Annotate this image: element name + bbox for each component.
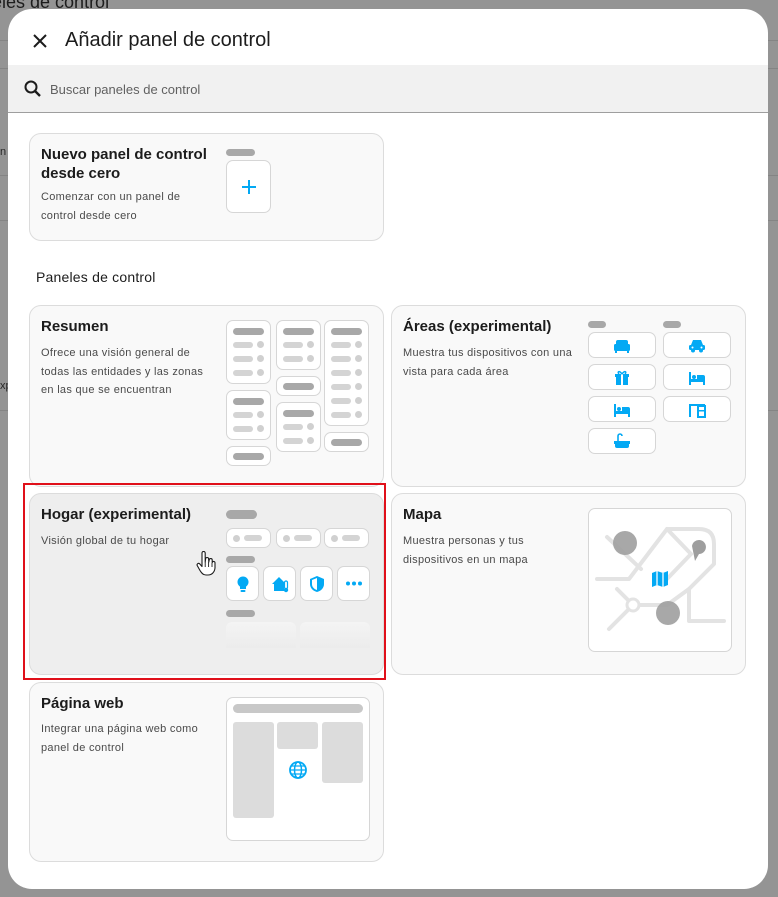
- plus-icon: [242, 180, 256, 194]
- map-illustration: [595, 527, 726, 631]
- search-bar: [8, 65, 768, 113]
- map-icon: [652, 571, 668, 587]
- close-button[interactable]: [26, 27, 54, 55]
- new-dashboard-card[interactable]: Nuevo panel de control desde cero Comenz…: [29, 133, 384, 241]
- preview-tile: [226, 446, 271, 466]
- card-title: Mapa: [403, 506, 442, 523]
- preview-tile: [324, 320, 369, 426]
- bed-icon: [689, 372, 705, 385]
- preview-tile: [324, 432, 369, 452]
- car-icon: [689, 340, 705, 353]
- add-dashboard-dialog: Añadir panel de control Nuevo panel de c…: [8, 9, 768, 889]
- sofa-icon: [614, 340, 630, 353]
- section-heading: Paneles de control: [36, 269, 156, 285]
- preview-tile: [276, 320, 321, 370]
- card-title: Página web: [41, 695, 124, 712]
- card-description: Integrar una página web como panel de co…: [41, 723, 198, 754]
- area-tile: [663, 396, 731, 422]
- webpage-dashboard-card[interactable]: Página web Integrar una página web como …: [29, 682, 384, 862]
- dialog-header: Añadir panel de control: [8, 9, 768, 65]
- bathtub-icon: [614, 433, 630, 448]
- preview-tile: [276, 376, 321, 396]
- card-title: Nuevo panel de control desde cero: [41, 146, 207, 182]
- card-description: Muestra tus dispositivos con una vista p…: [403, 347, 573, 378]
- card-description: Ofrece una visión general de todas las e…: [41, 347, 204, 396]
- preview-tile: [276, 402, 321, 452]
- card-title: Resumen: [41, 318, 109, 335]
- preview-tile: [226, 320, 271, 384]
- card-description: Comenzar con un panel de control desde c…: [41, 191, 181, 222]
- desk-icon: [689, 404, 706, 418]
- area-tile: [663, 332, 731, 358]
- preview-placeholder: [588, 321, 606, 328]
- map-preview: [588, 508, 732, 652]
- area-tile: [588, 396, 656, 422]
- search-input[interactable]: [50, 77, 750, 101]
- gift-icon: [615, 370, 629, 385]
- bed-icon: [614, 404, 630, 417]
- selection-highlight: [23, 483, 386, 680]
- dialog-title: Añadir panel de control: [65, 29, 271, 51]
- area-tile: [588, 428, 656, 454]
- webpage-preview: [226, 697, 370, 841]
- card-title: Áreas (experimental): [403, 318, 552, 335]
- areas-dashboard-card[interactable]: Áreas (experimental) Muestra tus disposi…: [391, 305, 746, 487]
- hand-cursor-icon: [196, 551, 216, 576]
- area-tile: [588, 332, 656, 358]
- preview-tile: [226, 390, 271, 440]
- area-tile: [663, 364, 731, 390]
- close-icon: [33, 34, 47, 48]
- preview-placeholder: [663, 321, 681, 328]
- card-description: Muestra personas y tus dispositivos en u…: [403, 535, 528, 566]
- search-icon: [24, 80, 41, 97]
- preview-placeholder: [226, 149, 255, 156]
- preview-add-tile: [226, 160, 271, 213]
- area-tile: [588, 364, 656, 390]
- globe-icon: [289, 761, 307, 779]
- map-dashboard-card[interactable]: Mapa Muestra personas y tus dispositivos…: [391, 493, 746, 675]
- overview-dashboard-card[interactable]: Resumen Ofrece una visión general de tod…: [29, 305, 384, 487]
